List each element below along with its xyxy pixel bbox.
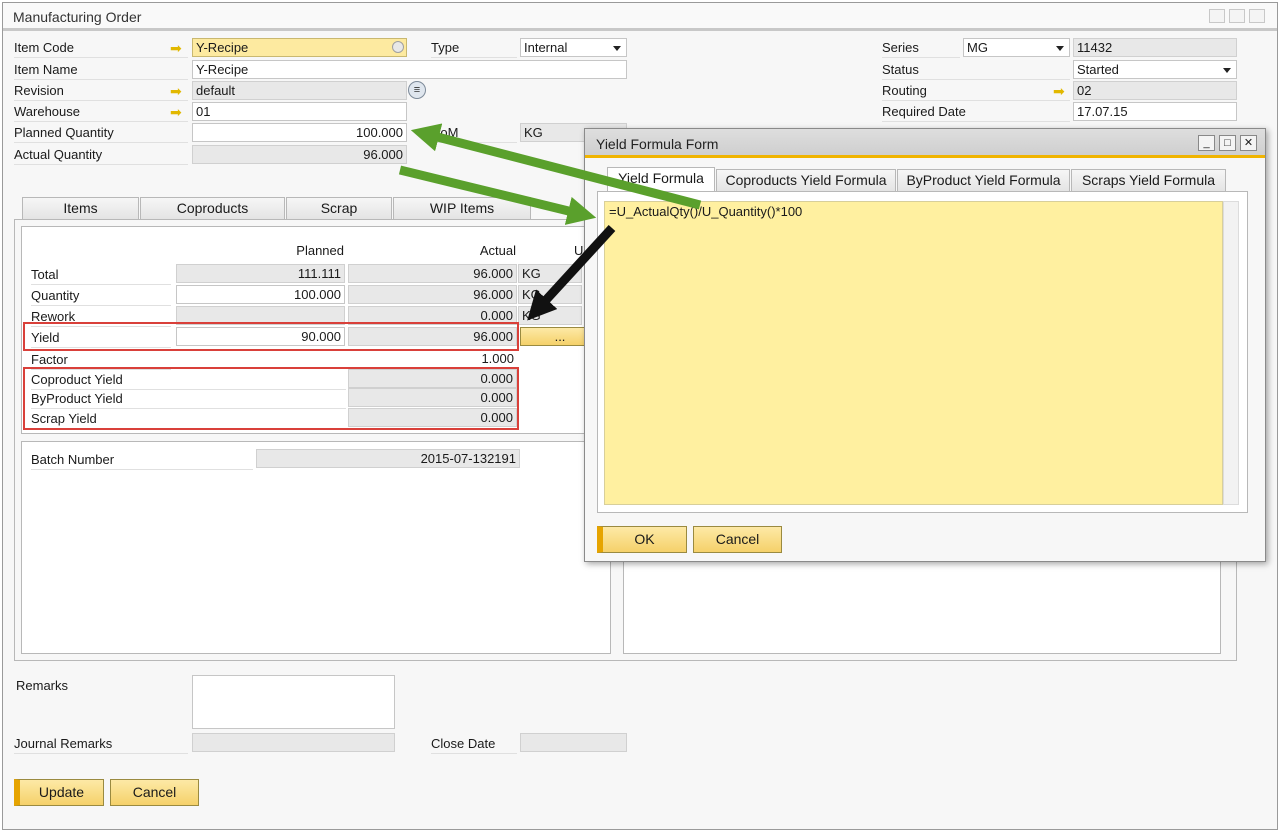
revision-field[interactable]: default — [192, 81, 407, 100]
type-dropdown[interactable]: Internal — [520, 38, 627, 57]
routing-label: Routing — [882, 81, 1070, 101]
actual-column-header: Actual — [479, 243, 516, 258]
link-arrow-icon[interactable]: ➡ — [170, 41, 182, 55]
tab-coproducts[interactable]: Coproducts — [140, 197, 285, 219]
dialog-tab-coproducts-yield-formula[interactable]: Coproducts Yield Formula — [716, 169, 896, 191]
dialog-ok-button[interactable]: OK — [597, 526, 687, 553]
tab-scrap[interactable]: Scrap — [286, 197, 392, 219]
revision-label: Revision — [14, 81, 188, 101]
summary-label-quantity: Quantity — [31, 286, 171, 306]
close-date-field[interactable] — [520, 733, 627, 752]
routing-field[interactable]: 02 — [1073, 81, 1237, 100]
actual-quantity-label: Actual Quantity — [14, 145, 188, 165]
planned-quantity-field[interactable]: 100.000 — [192, 123, 407, 142]
item-code-label: Item Code — [14, 38, 188, 58]
required-date-label: Required Date — [882, 102, 1070, 122]
update-button[interactable]: Update — [14, 779, 104, 806]
yield-highlight-box — [23, 322, 519, 351]
journal-remarks-label: Journal Remarks — [14, 734, 188, 754]
tab-wip-items[interactable]: WIP Items — [393, 197, 531, 219]
link-arrow-icon[interactable]: ➡ — [170, 84, 182, 98]
quantity-unit: KG — [518, 285, 582, 304]
batch-panel — [21, 441, 611, 654]
type-label: Type — [431, 38, 517, 58]
minimize-icon[interactable] — [1209, 9, 1225, 23]
tab-items[interactable]: Items — [22, 197, 139, 219]
series-label: Series — [882, 38, 960, 58]
yield-formula-dialog: Yield Formula Form _ □ ✕ Yield Formula C… — [584, 128, 1266, 562]
minimize-icon[interactable]: _ — [1198, 135, 1215, 151]
list-icon[interactable] — [392, 41, 404, 53]
formula-scrollbar[interactable] — [1223, 201, 1239, 505]
close-icon[interactable]: ✕ — [1240, 135, 1257, 151]
series-number-field[interactable]: 11432 — [1073, 38, 1237, 57]
maximize-icon[interactable] — [1229, 9, 1245, 23]
status-value: Started — [1077, 62, 1119, 77]
window-titlebar: Manufacturing Order — [3, 3, 1277, 31]
type-value: Internal — [524, 40, 568, 55]
warehouse-label: Warehouse — [14, 102, 188, 122]
list-icon[interactable]: ≡ — [408, 81, 426, 99]
series-value: MG — [967, 40, 988, 55]
quantity-actual: 96.000 — [348, 285, 517, 304]
quantity-planned[interactable]: 100.000 — [176, 285, 345, 304]
status-label: Status — [882, 60, 1070, 80]
window-title: Manufacturing Order — [13, 9, 142, 25]
total-unit: KG — [518, 264, 582, 283]
actual-quantity-field[interactable]: 96.000 — [192, 145, 407, 164]
status-dropdown[interactable]: Started — [1073, 60, 1237, 79]
rework-unit: KG — [518, 306, 582, 325]
item-name-field[interactable]: Y-Recipe — [192, 60, 627, 79]
link-arrow-icon[interactable]: ➡ — [170, 105, 182, 119]
uom-label: UoM — [431, 123, 517, 143]
required-date-field[interactable]: 17.07.15 — [1073, 102, 1237, 121]
item-name-label: Item Name — [14, 60, 188, 80]
yields-highlight-box — [23, 367, 519, 430]
cancel-button[interactable]: Cancel — [110, 779, 199, 806]
remarks-field[interactable] — [192, 675, 395, 729]
dialog-titlebar: Yield Formula Form _ □ ✕ — [585, 129, 1265, 158]
close-date-label: Close Date — [431, 734, 517, 754]
maximize-icon[interactable]: □ — [1219, 135, 1236, 151]
factor-actual: 1.000 — [481, 351, 514, 366]
dialog-title: Yield Formula Form — [596, 136, 719, 152]
dialog-tab-byproduct-yield-formula[interactable]: ByProduct Yield Formula — [897, 169, 1070, 191]
dialog-tab-scraps-yield-formula[interactable]: Scraps Yield Formula — [1071, 169, 1226, 191]
series-dropdown[interactable]: MG — [963, 38, 1070, 57]
batch-number-field[interactable]: 2015-07-132191 — [256, 449, 520, 468]
batch-number-label: Batch Number — [31, 450, 253, 470]
unit-column-header: U — [574, 243, 584, 258]
remarks-label: Remarks — [16, 678, 69, 693]
planned-column-header: Planned — [296, 243, 344, 258]
summary-label-total: Total — [31, 265, 171, 285]
warehouse-field[interactable]: 01 — [192, 102, 407, 121]
journal-remarks-field[interactable] — [192, 733, 395, 752]
formula-editor[interactable]: =U_ActualQty()/U_Quantity()*100 — [604, 201, 1223, 505]
item-code-field[interactable]: Y-Recipe — [192, 38, 407, 57]
dialog-cancel-button[interactable]: Cancel — [693, 526, 782, 553]
planned-quantity-label: Planned Quantity — [14, 123, 188, 143]
dialog-tab-yield-formula[interactable]: Yield Formula — [607, 167, 715, 191]
close-icon[interactable] — [1249, 9, 1265, 23]
total-planned: 111.111 — [176, 264, 345, 283]
link-arrow-icon[interactable]: ➡ — [1053, 84, 1065, 98]
total-actual: 96.000 — [348, 264, 517, 283]
